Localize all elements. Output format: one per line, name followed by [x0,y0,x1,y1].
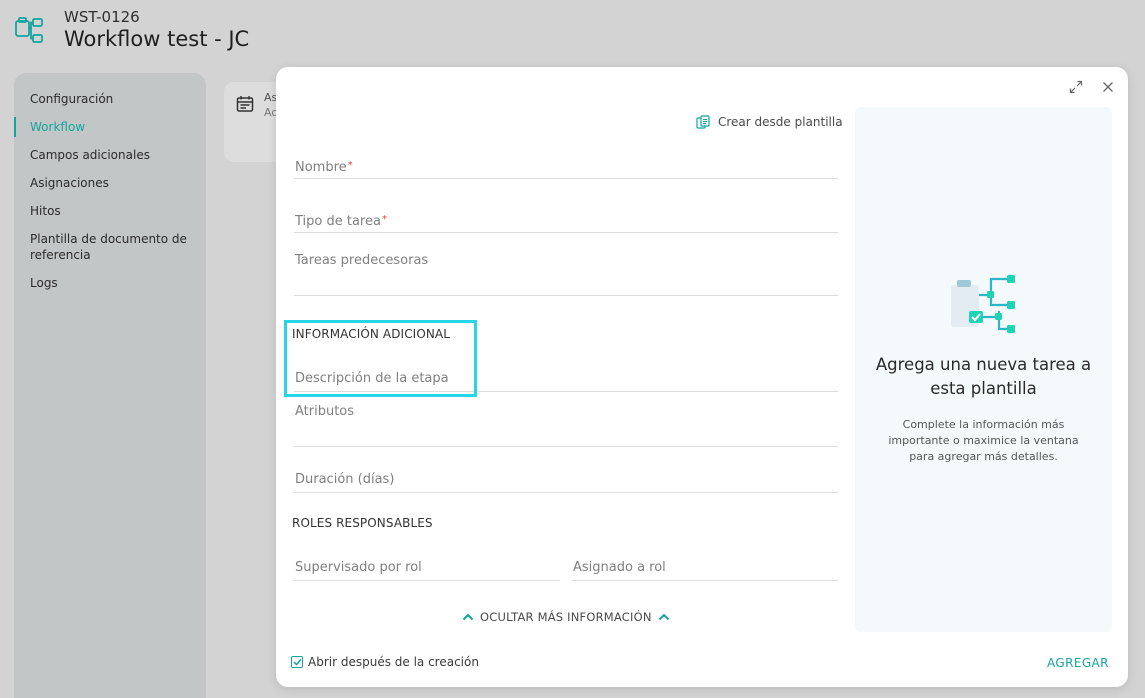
active-indicator [14,117,16,137]
nombre-field[interactable]: Nombre* [294,155,838,179]
supervisado-por-rol-field[interactable]: Supervisado por rol [294,558,560,581]
workflow-code: WST-0126 [64,8,140,26]
supervisado-label: Supervisado por rol [295,560,422,575]
checkbox-checked-icon [291,656,303,668]
close-icon[interactable] [1100,79,1116,95]
new-task-modal: Crear desde plantilla Nombre* Tipo de ta… [276,67,1128,687]
sidebar-item-hitos[interactable]: Hitos [30,203,190,219]
sidebar-item-workflow[interactable]: Workflow [30,119,190,135]
duracion-field[interactable]: Duración (días) [294,470,838,493]
sidebar-item-campos-adicionales[interactable]: Campos adicionales [30,147,190,163]
open-after-creation-checkbox[interactable]: Abrir después de la creación [291,655,479,669]
open-after-creation-label: Abrir después de la creación [308,655,479,669]
template-icon [696,115,710,129]
tipo-tarea-field[interactable]: Tipo de tarea* [294,209,838,233]
asignado-label: Asignado a rol [573,560,666,575]
nombre-label: Nombre* [295,160,353,175]
help-panel: Agrega una nueva tarea a esta plantilla … [855,107,1112,632]
sidebar-item-logs[interactable]: Logs [30,275,190,291]
hide-more-info-label: OCULTAR MÁS INFORMACIÓN [480,610,652,624]
help-panel-title: Agrega una nueva tarea a esta plantilla [875,355,1092,398]
calendar-icon [236,96,254,112]
page-title: Workflow test - JC [64,27,250,51]
expand-icon[interactable] [1068,79,1084,95]
highlight-annotation [284,320,477,397]
roles-responsables-heading: ROLES RESPONSABLES [292,516,433,530]
required-mark: * [347,160,353,171]
tipo-tarea-label: Tipo de tarea* [295,214,387,229]
required-mark: * [381,214,387,225]
help-panel-text: Complete la información más importante o… [888,418,1079,463]
sidebar-nav: Configuración Workflow Campos adicionale… [14,73,206,698]
create-from-template-link[interactable]: Crear desde plantilla [696,114,843,130]
asignado-a-rol-field[interactable]: Asignado a rol [572,558,838,581]
atributos-field[interactable]: Atributos [294,402,838,447]
chevron-up-icon [658,613,669,621]
duracion-label: Duración (días) [295,472,395,487]
chevron-up-icon [462,613,474,621]
workflow-app-icon [15,17,43,43]
agregar-button[interactable]: AGREGAR [1047,656,1109,670]
atributos-label: Atributos [295,404,355,419]
sidebar-item-asignaciones[interactable]: Asignaciones [30,175,190,191]
task-tree-illustration-icon [951,275,1015,333]
sidebar-item-configuracion[interactable]: Configuración [30,91,190,107]
template-link-label: Crear desde plantilla [718,115,843,129]
tareas-predecesoras-field[interactable]: Tareas predecesoras [294,251,838,296]
sidebar-item-plantilla-documento[interactable]: Plantilla de documento de referencia [30,231,190,263]
tareas-predecesoras-label: Tareas predecesoras [295,253,429,268]
hide-more-info-toggle[interactable]: OCULTAR MÁS INFORMACIÓN [462,610,670,624]
